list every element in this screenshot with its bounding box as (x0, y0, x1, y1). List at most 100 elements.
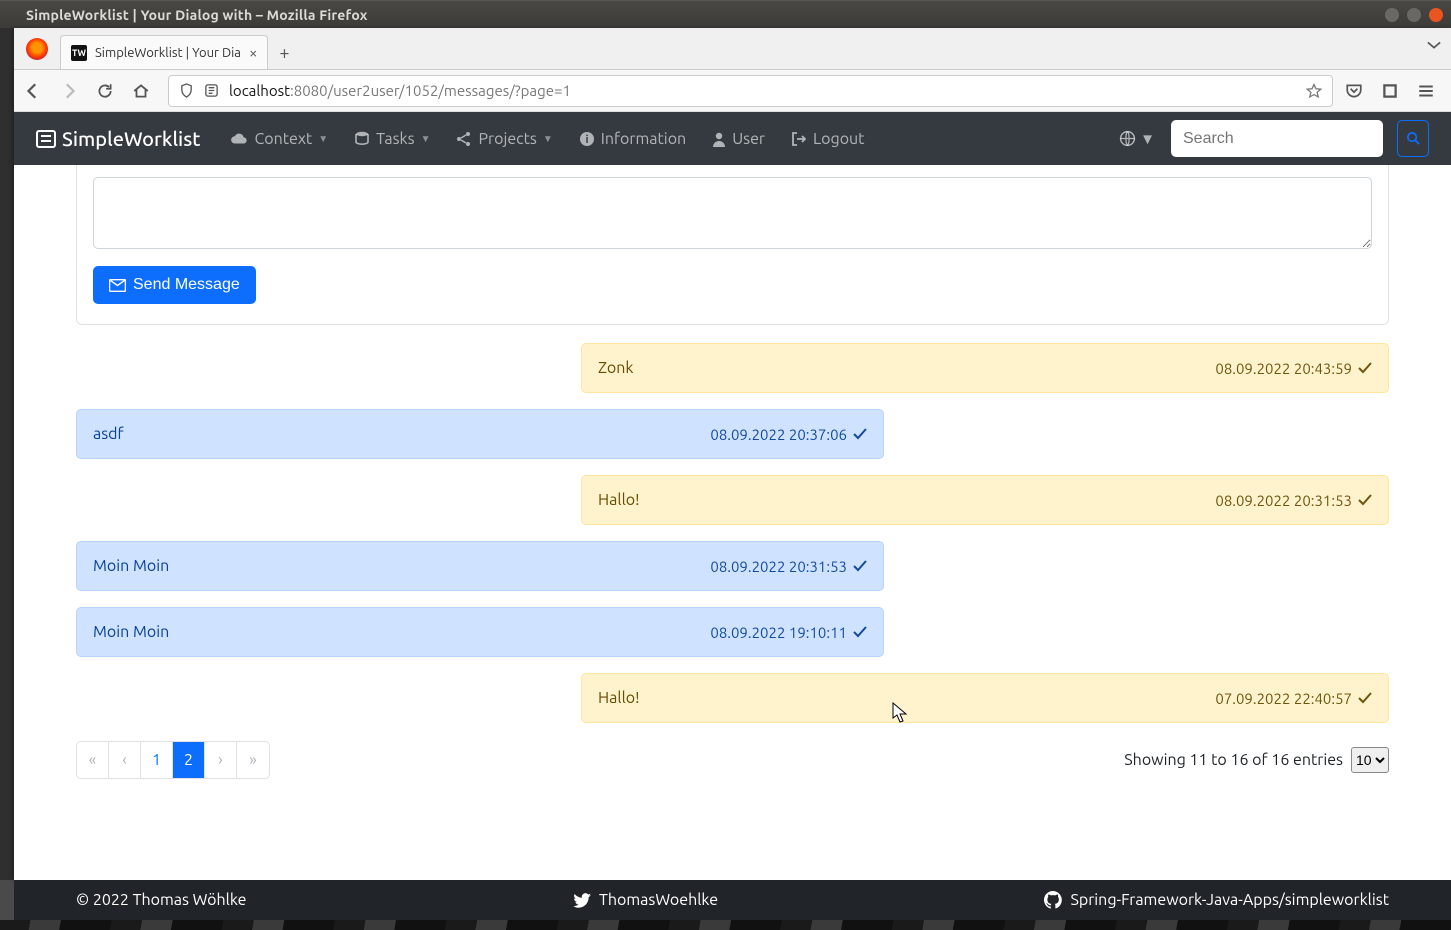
page-footer: © 2022 Thomas Wöhlke ThomasWoehlke Sprin… (14, 880, 1451, 920)
brand[interactable]: SimpleWorklist (36, 127, 200, 150)
check-icon (853, 560, 867, 572)
send-button-label: Send Message (133, 276, 240, 294)
message-text: asdf (93, 425, 124, 443)
page-info-icon (204, 83, 219, 98)
cloud-icon (230, 132, 248, 146)
message-timestamp: 08.09.2022 20:31:53 (710, 558, 867, 575)
logout-icon (791, 131, 807, 147)
nav-tasks-label: Tasks (376, 130, 414, 148)
nav-projects-label: Projects (478, 130, 536, 148)
search-button[interactable] (1397, 120, 1429, 157)
url-path: :8080/user2user/1052/messages/?page=1 (290, 82, 571, 99)
desktop-bottom-strip (0, 920, 1451, 930)
extension-icon[interactable] (1381, 82, 1405, 100)
message-received: Moin Moin 08.09.2022 19:10:11 (76, 607, 884, 657)
info-icon: i (579, 131, 595, 147)
favicon-icon: TW (71, 45, 87, 61)
check-icon (1358, 494, 1372, 506)
github-icon (1044, 891, 1062, 909)
message-timestamp: 08.09.2022 19:10:11 (710, 624, 867, 641)
browser-toolbar: localhost:8080/user2user/1052/messages/?… (14, 70, 1451, 112)
pagination: « ‹ 1 2 › » (76, 741, 270, 779)
footer-github-label: Spring-Framework-Java-Apps/simpleworklis… (1070, 891, 1389, 909)
os-titlebar: SimpleWorklist | Your Dialog with – Mozi… (0, 0, 1451, 28)
globe-icon (1119, 130, 1136, 147)
tab-strip: TW SimpleWorklist | Your Dia × + (14, 28, 1451, 70)
address-bar[interactable]: localhost:8080/user2user/1052/messages/?… (168, 75, 1333, 107)
page-first[interactable]: « (77, 742, 109, 778)
footer-github-link[interactable]: Spring-Framework-Java-Apps/simpleworklis… (1044, 891, 1389, 909)
search-input[interactable] (1171, 120, 1383, 157)
nav-logout-label: Logout (813, 130, 865, 148)
caret-down-icon: ▼ (543, 133, 553, 145)
nav-logout[interactable]: Logout (781, 130, 875, 148)
back-icon[interactable] (24, 82, 48, 100)
message-text: Zonk (598, 359, 634, 377)
page-viewport: SimpleWorklist Context ▼ Tasks ▼ Project… (14, 112, 1451, 880)
message-timestamp: 08.09.2022 20:37:06 (710, 426, 867, 443)
nav-user-label: User (732, 130, 765, 148)
database-icon (354, 131, 370, 147)
message-sent: Hallo!08.09.2022 20:31:53 (581, 475, 1389, 525)
nav-information-label: Information (601, 130, 686, 148)
window-title: SimpleWorklist | Your Dialog with – Mozi… (26, 7, 368, 23)
url-host: localhost (229, 82, 290, 99)
nav-language[interactable]: ▼ (1119, 130, 1155, 148)
page-prev[interactable]: ‹ (109, 742, 141, 778)
envelope-icon (109, 279, 126, 292)
home-icon[interactable] (132, 82, 156, 100)
window-controls (1385, 8, 1443, 22)
page-next[interactable]: › (205, 742, 237, 778)
nav-information[interactable]: i Information (569, 130, 696, 148)
nav-context-label: Context (254, 130, 312, 148)
minimize-icon[interactable] (1385, 8, 1399, 22)
message-row: Moin Moin 08.09.2022 20:31:53 (76, 541, 1389, 591)
footer-twitter-link[interactable]: ThomasWoehlke (573, 891, 718, 909)
nav-tasks[interactable]: Tasks ▼ (344, 130, 440, 148)
message-list: Zonk08.09.2022 20:43:59 asdf 08.09.2022 20… (76, 343, 1389, 723)
bookmark-icon[interactable] (1306, 83, 1322, 99)
message-row: Zonk08.09.2022 20:43:59 (76, 343, 1389, 393)
forward-icon (60, 82, 84, 100)
message-text: Hallo! (598, 689, 640, 707)
compose-card: Send Message (76, 165, 1389, 325)
footer-copyright: © 2022 Thomas Wöhlke (76, 891, 247, 909)
page-2[interactable]: 2 (173, 742, 205, 778)
message-row: Hallo!08.09.2022 20:31:53 (76, 475, 1389, 525)
pocket-icon[interactable] (1345, 82, 1369, 100)
message-row: Hallo! 07.09.2022 22:40:57 (76, 673, 1389, 723)
menu-icon[interactable] (1417, 82, 1441, 100)
tab-close-icon[interactable]: × (249, 44, 257, 61)
message-textarea[interactable] (93, 177, 1372, 249)
page-size-select[interactable]: 10 (1351, 747, 1389, 773)
desktop-sliver (0, 28, 14, 880)
send-message-button[interactable]: Send Message (93, 266, 256, 304)
check-icon (853, 626, 867, 638)
url-text: localhost:8080/user2user/1052/messages/?… (229, 82, 1296, 99)
maximize-icon[interactable] (1407, 8, 1421, 22)
message-row: asdf 08.09.2022 20:37:06 (76, 409, 1389, 459)
svg-text:i: i (585, 134, 588, 146)
entries-summary: Showing 11 to 16 of 16 entries 10 (1124, 747, 1389, 773)
search-field[interactable] (1183, 130, 1371, 148)
reload-icon[interactable] (96, 82, 120, 100)
message-text: Moin Moin (93, 557, 169, 575)
table-footer: « ‹ 1 2 › » Showing 11 to 16 of 16 entri… (76, 741, 1389, 779)
search-icon (1406, 131, 1421, 146)
page-1[interactable]: 1 (141, 742, 173, 778)
page-last[interactable]: » (237, 742, 269, 778)
page-content: Send Message Zonk08.09.2022 20:43:59 asdf… (14, 165, 1451, 779)
nav-context[interactable]: Context ▼ (220, 130, 338, 148)
nav-projects[interactable]: Projects ▼ (446, 130, 562, 148)
message-sent: Zonk08.09.2022 20:43:59 (581, 343, 1389, 393)
message-timestamp: 07.09.2022 22:40:57 (1215, 690, 1372, 707)
nav-user[interactable]: User (702, 130, 775, 148)
new-tab-button[interactable]: + (268, 37, 300, 69)
shield-icon (179, 83, 194, 98)
caret-down-icon: ▼ (1140, 130, 1155, 148)
message-text: Moin Moin (93, 623, 169, 641)
close-window-icon[interactable] (1429, 8, 1443, 22)
tabs-overflow-icon[interactable] (1427, 38, 1441, 52)
share-icon (456, 131, 472, 147)
browser-tab[interactable]: TW SimpleWorklist | Your Dia × (60, 35, 268, 69)
